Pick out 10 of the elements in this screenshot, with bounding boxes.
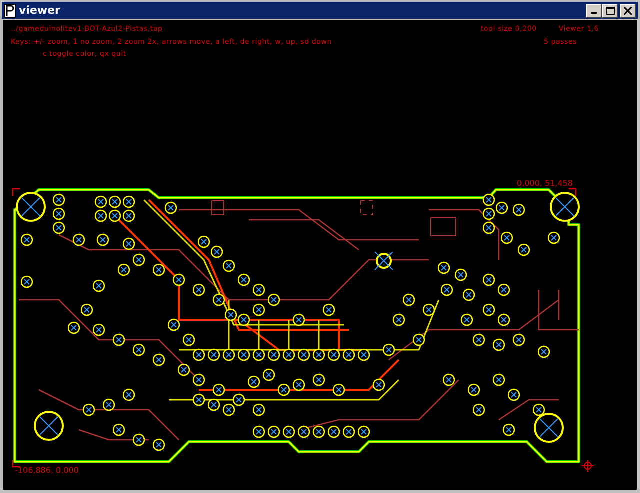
coordinates-label: -106,886, 0,000 (15, 466, 79, 475)
close-icon (624, 6, 632, 14)
window-title: viewer (19, 4, 60, 17)
maximize-icon (606, 6, 614, 14)
maximize-button[interactable] (602, 4, 618, 18)
minimize-button[interactable] (586, 4, 602, 18)
app-icon (4, 4, 16, 18)
coordinates-label: 0,000, 51,458 (517, 179, 573, 188)
minimize-icon (591, 12, 597, 14)
close-button[interactable] (620, 4, 636, 18)
